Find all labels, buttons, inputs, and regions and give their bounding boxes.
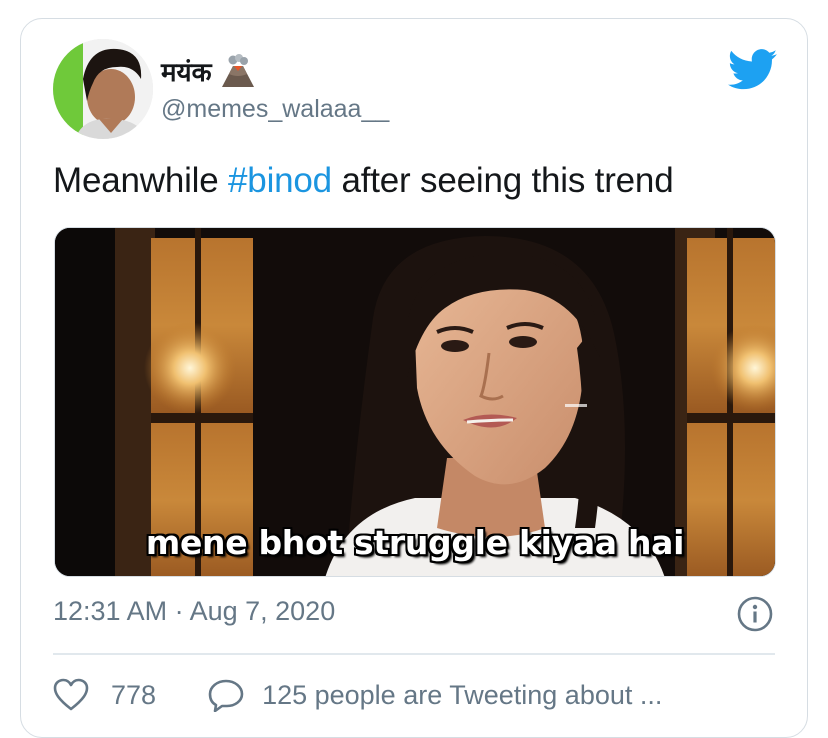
tweeting-about-text: 125 people are Tweeting about ... [262,679,663,710]
like-button[interactable]: 778 [53,678,156,712]
tweet-card: मयंक @memes_walaaa__ Meanwhile #binod af… [20,18,808,738]
heart-icon [53,678,89,712]
tweet-timestamp[interactable]: 12:31 AM · Aug 7, 2020 [53,596,335,627]
hashtag-link[interactable]: #binod [228,161,332,200]
meme-caption: mene bhot struggle kiyaa hai [145,523,685,562]
author-handle[interactable]: @memes_walaaa__ [161,95,389,124]
display-name[interactable]: मयंक [161,53,212,89]
info-icon[interactable] [737,596,773,632]
tweet-text-after: after seeing this trend [331,161,674,200]
volcano-icon [220,54,256,88]
tweet-media-image[interactable]: mene bhot struggle kiyaa hai [54,227,776,577]
divider [53,653,775,655]
tweet-text-before: Meanwhile [53,161,229,200]
tweeting-about-link[interactable]: 125 people are Tweeting about ... [208,678,662,712]
speech-bubble-icon [208,678,244,712]
tweet-text: Meanwhile #binod after seeing this trend [53,161,674,201]
likes-count: 778 [111,679,157,710]
twitter-bird-icon[interactable] [728,49,778,91]
avatar[interactable] [53,39,153,139]
author-name-row[interactable]: मयंक [161,53,256,89]
profile-photo [53,39,153,139]
tweet-actions: 778 125 people are Tweeting about ... [53,675,662,715]
